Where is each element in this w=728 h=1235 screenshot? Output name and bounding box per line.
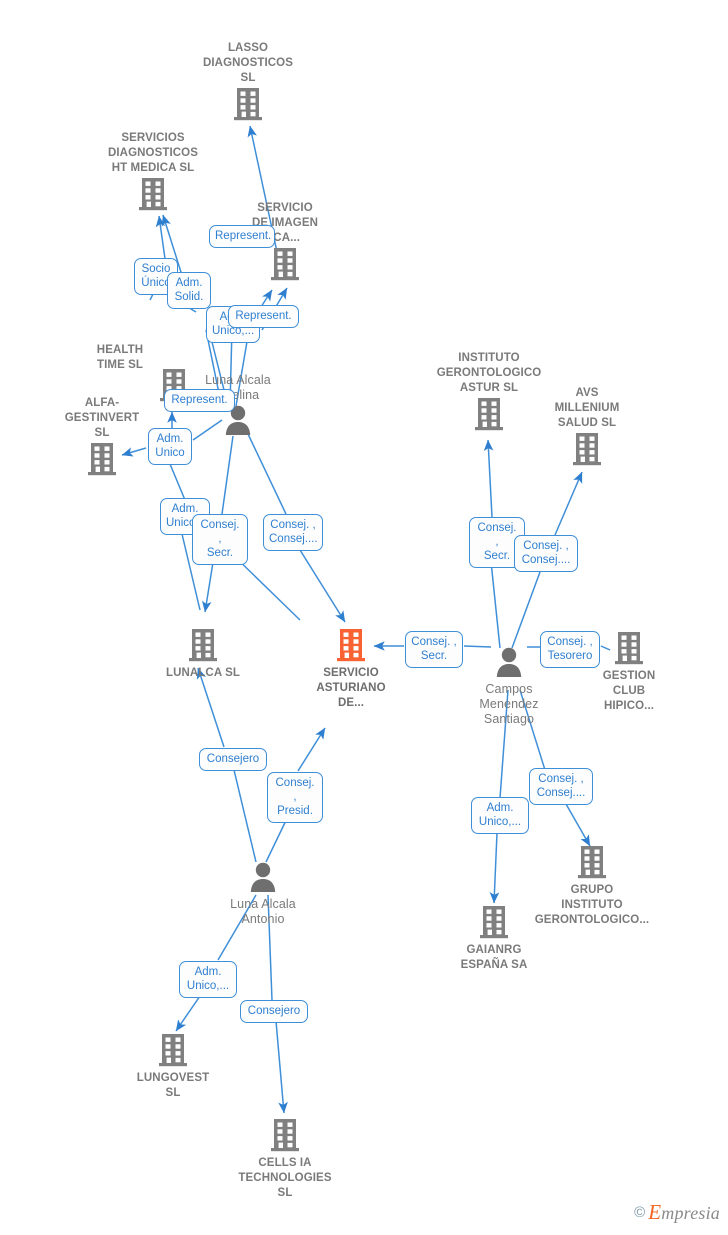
- node-label: LUNALCA SL: [165, 667, 241, 679]
- node-label: AVS MILLENIUM SALUD SL: [554, 387, 620, 429]
- company-node-servicio_ast[interactable]: SERVICIO ASTURIANO DE...: [291, 628, 411, 711]
- copyright-icon: ©: [634, 1204, 646, 1221]
- building-icon: [532, 845, 652, 882]
- building-icon: [93, 177, 213, 214]
- building-icon: [337, 629, 365, 662]
- relation-tag-t_consej_tesorero[interactable]: Consej. , Tesorero: [540, 631, 600, 668]
- building-icon: [139, 178, 167, 211]
- node-label: ALFA- GESTINVERT SL: [64, 397, 140, 439]
- building-icon: [527, 432, 647, 469]
- node-label: LUNGOVEST SL: [136, 1072, 210, 1099]
- company-node-lunalca[interactable]: LUNALCA SL: [143, 628, 263, 681]
- node-label: CELLS IA TECHNOLOGIES SL: [238, 1157, 332, 1199]
- node-label: SERVICIO ASTURIANO DE...: [316, 667, 386, 709]
- person-icon: [496, 647, 522, 677]
- building-icon: [271, 1119, 299, 1152]
- company-node-lasso[interactable]: LASSO DIAGNOSTICOS SL: [188, 41, 308, 124]
- empresia-logo: © Empresia: [634, 1200, 720, 1225]
- building-icon: [615, 632, 643, 665]
- relation-tag-t_consej_presid[interactable]: Consej. , Presid.: [267, 772, 323, 823]
- relation-tag-t_consejero_2[interactable]: Consejero: [240, 1000, 308, 1023]
- building-icon: [143, 628, 263, 665]
- building-icon: [225, 247, 345, 284]
- person-icon: [203, 861, 323, 896]
- relation-tag-t_consejero_1[interactable]: Consejero: [199, 748, 267, 771]
- relation-tag-t_adm_unico_4[interactable]: Adm. Unico,...: [179, 961, 237, 998]
- relationship-graph: LASSO DIAGNOSTICOS SL SERVICIOS DIAGNOSTI…: [0, 0, 728, 1235]
- building-icon: [480, 906, 508, 939]
- building-icon: [291, 628, 411, 665]
- building-icon: [475, 398, 503, 431]
- building-icon: [189, 629, 217, 662]
- company-node-alfa[interactable]: ALFA- GESTINVERT SL: [42, 396, 162, 479]
- relation-tag-t_adm_unico_3[interactable]: Adm. Unico,...: [471, 797, 529, 834]
- person-icon: [250, 862, 276, 892]
- building-icon: [234, 88, 262, 121]
- node-label: SERVICIOS DIAGNOSTICOS HT MEDICA SL: [107, 132, 198, 174]
- building-icon: [434, 905, 554, 942]
- building-icon: [42, 442, 162, 479]
- node-label: GAIANRG ESPAÑA SA: [460, 944, 528, 971]
- building-icon: [225, 1118, 345, 1155]
- building-icon: [573, 433, 601, 466]
- relation-tag-t_represent_health[interactable]: Represent.: [164, 389, 235, 412]
- brand-name: Empresia: [648, 1200, 720, 1224]
- node-label: Luna Alcala Antonio: [230, 897, 296, 926]
- building-icon: [159, 1034, 187, 1067]
- person-node-antonio[interactable]: Luna Alcala Antonio: [203, 861, 323, 927]
- building-icon: [88, 443, 116, 476]
- building-icon: [578, 846, 606, 879]
- building-icon: [271, 248, 299, 281]
- node-label: LASSO DIAGNOSTICOS SL: [202, 42, 293, 84]
- company-node-cells_ia[interactable]: CELLS IA TECHNOLOGIES SL: [225, 1118, 345, 1201]
- company-node-avs[interactable]: AVS MILLENIUM SALUD SL: [527, 386, 647, 469]
- node-label: HEALTH TIME SL: [96, 344, 144, 371]
- node-label: GESTION CLUB HIPICO...: [602, 670, 656, 712]
- building-icon: [188, 87, 308, 124]
- relation-tag-t_represent_2[interactable]: Represent.: [228, 305, 299, 328]
- node-label: Campos Menendez Santiago: [479, 682, 539, 726]
- relation-tag-t_consej_consej_2[interactable]: Consej. , Consej....: [514, 535, 578, 572]
- building-icon: [113, 1033, 233, 1070]
- company-node-lungovest[interactable]: LUNGOVEST SL: [113, 1033, 233, 1101]
- relation-tag-t_consej_secr_3[interactable]: Consej. , Secr.: [405, 631, 463, 668]
- company-node-servicios_ht[interactable]: SERVICIOS DIAGNOSTICOS HT MEDICA SL: [93, 131, 213, 214]
- relation-tag-t_consej_consej_3[interactable]: Consej. , Consej....: [529, 768, 593, 805]
- relation-tag-t_consej_secr_1[interactable]: Consej. , Secr.: [192, 514, 248, 565]
- relation-tag-t_adm_unico_alfa[interactable]: Adm. Unico: [148, 428, 192, 465]
- relation-tag-t_adm_solid[interactable]: Adm. Solid.: [167, 272, 211, 309]
- company-node-gaianrg[interactable]: GAIANRG ESPAÑA SA: [434, 905, 554, 973]
- relation-tag-t_consej_consej_1[interactable]: Consej. , Consej....: [263, 514, 323, 551]
- relation-tag-t_represent_imagen[interactable]: Represent.: [209, 225, 275, 248]
